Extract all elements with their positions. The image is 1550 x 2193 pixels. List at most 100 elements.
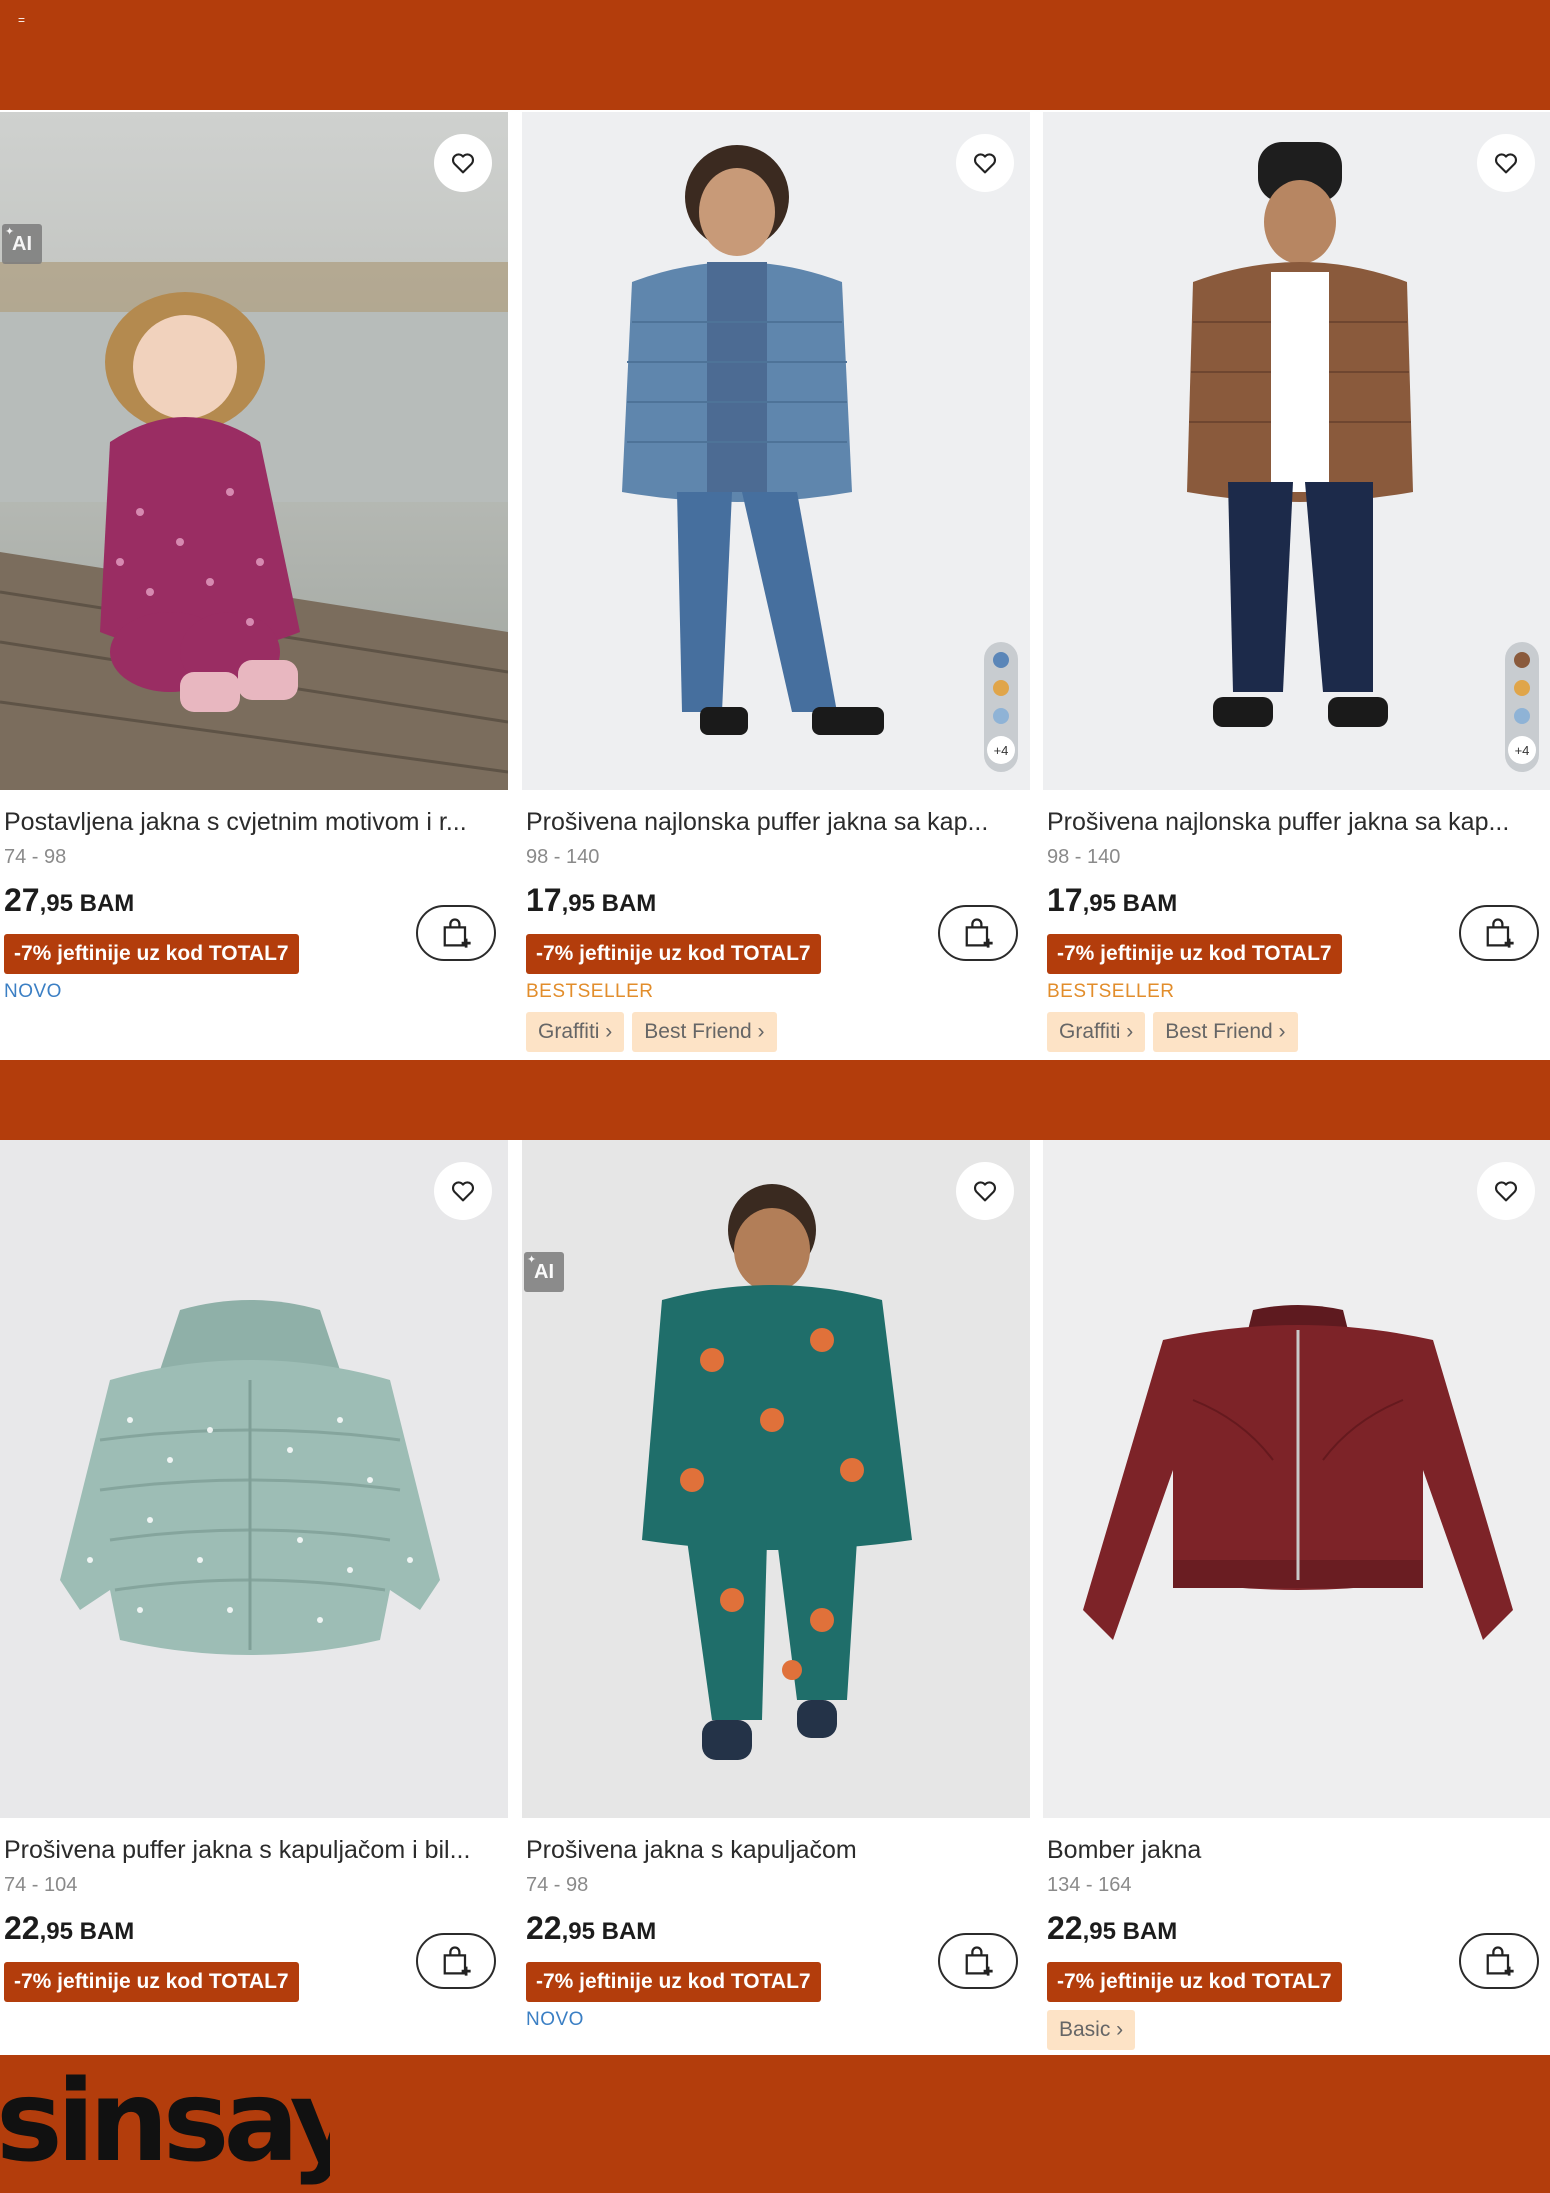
product-info: Prošivena jakna s kapuljačom 74 - 98 22,… [522, 1834, 1030, 2032]
price-decimal: ,95 [561, 890, 595, 917]
promo-code-badge: -7% jeftinije uz kod TOTAL7 [1047, 934, 1342, 974]
price-currency: BAM [594, 1918, 657, 1945]
product-tag-bestseller: BESTSELLER [526, 981, 654, 1002]
product-title[interactable]: Prošivena najlonska puffer jakna sa kap.… [1047, 806, 1541, 838]
middle-banner [0, 1060, 1550, 1140]
color-swatch[interactable] [991, 678, 1011, 698]
product-photo-mint-puffer-jacket [0, 1140, 508, 1818]
chip-basic[interactable]: Basic › [1047, 2010, 1136, 2050]
price-decimal: ,95 [1082, 1918, 1116, 1945]
favorite-button[interactable] [1477, 1162, 1535, 1220]
color-swatch[interactable] [991, 706, 1011, 726]
product-sizes: 74 - 104 [4, 1874, 78, 1896]
favorite-button[interactable] [434, 1162, 492, 1220]
heart-icon [451, 153, 475, 174]
product-image[interactable]: +4 [1043, 112, 1550, 790]
product-card[interactable]: Prošivena puffer jakna s kapuljačom i bi… [0, 1140, 508, 2002]
product-title[interactable]: Prošivena jakna s kapuljačom [526, 1834, 1020, 1866]
product-photo-boy-blue-puffer [522, 112, 1030, 790]
product-photo-toddler-fox-set [522, 1140, 1030, 1818]
promo-code-badge: -7% jeftinije uz kod TOTAL7 [4, 1962, 299, 2002]
shopping-bag-plus-icon [443, 1946, 471, 1976]
more-colors-count[interactable]: +4 [987, 736, 1015, 764]
promo-code-badge: -7% jeftinije uz kod TOTAL7 [526, 934, 821, 974]
collection-chips: Basic › [1047, 2010, 1547, 2050]
product-info: Postavljena jakna s cvjetnim motivom i r… [0, 806, 508, 1004]
favorite-button[interactable] [956, 134, 1014, 192]
promo-code-badge: -7% jeftinije uz kod TOTAL7 [526, 1962, 821, 2002]
add-to-cart-button[interactable] [1459, 1933, 1539, 1989]
sparkle-icon: ✦ [527, 1254, 537, 1266]
product-sizes: 98 - 140 [526, 846, 600, 868]
svg-text:sinsay: sinsay [0, 2074, 330, 2187]
product-card[interactable]: +4 Prošivena najlonska puffer jakna sa k… [1043, 112, 1550, 1052]
product-card[interactable]: +4 Prošivena najlonska puffer jakna sa k… [522, 112, 1030, 1052]
more-colors-count[interactable]: +4 [1508, 736, 1536, 764]
price-integer: 22 [4, 1910, 40, 1946]
promo-code-badge: -7% jeftinije uz kod TOTAL7 [4, 934, 299, 974]
product-title[interactable]: Prošivena puffer jakna s kapuljačom i bi… [4, 1834, 498, 1866]
add-to-cart-button[interactable] [938, 1933, 1018, 1989]
product-title[interactable]: Prošivena najlonska puffer jakna sa kap.… [526, 806, 1020, 838]
sparkle-icon: ✦ [5, 226, 15, 238]
add-to-cart-button[interactable] [416, 1933, 496, 1989]
heart-icon [1494, 153, 1518, 174]
product-card[interactable]: ✦ AI Postavljena jakna s cvjetnim motivo… [0, 112, 508, 1004]
heart-icon [451, 1181, 475, 1202]
product-info: Prošivena najlonska puffer jakna sa kap.… [1043, 806, 1550, 1052]
add-to-cart-button[interactable] [416, 905, 496, 961]
price-currency: BAM [1115, 1918, 1178, 1945]
chip-best-friend[interactable]: Best Friend › [1153, 1012, 1298, 1052]
color-swatch[interactable] [991, 650, 1011, 670]
color-swatches[interactable]: +4 [984, 642, 1018, 772]
product-photo-boy-brown-puffer [1043, 112, 1550, 790]
color-swatch[interactable] [1512, 678, 1532, 698]
collection-chips: Graffiti › Best Friend › [526, 1012, 1026, 1052]
product-image[interactable]: ✦ AI [522, 1140, 1030, 1818]
product-info: Prošivena puffer jakna s kapuljačom i bi… [0, 1834, 508, 2002]
shopping-bag-plus-icon [965, 1946, 993, 1976]
sinsay-logo[interactable]: sinsay [0, 2074, 330, 2193]
add-to-cart-button[interactable] [1459, 905, 1539, 961]
favorite-button[interactable] [434, 134, 492, 192]
ai-generated-badge: ✦ AI [524, 1252, 564, 1292]
chip-graffiti[interactable]: Graffiti › [1047, 1012, 1146, 1052]
color-swatches[interactable]: +4 [1505, 642, 1539, 772]
favorite-button[interactable] [1477, 134, 1535, 192]
product-tag-new: NOVO [4, 981, 62, 1002]
favorite-button[interactable] [956, 1162, 1014, 1220]
add-to-cart-button[interactable] [938, 905, 1018, 961]
collection-chips: Graffiti › Best Friend › [1047, 1012, 1547, 1052]
product-image[interactable] [1043, 1140, 1550, 1818]
product-image[interactable]: +4 [522, 112, 1030, 790]
price-decimal: ,95 [39, 890, 73, 917]
product-card[interactable]: Bomber jakna 134 - 164 22,95 BAM -7% jef… [1043, 1140, 1550, 2050]
chip-best-friend[interactable]: Best Friend › [632, 1012, 777, 1052]
product-tag-new: NOVO [526, 2009, 584, 2030]
product-tag-bestseller: BESTSELLER [1047, 981, 1175, 1002]
top-banner: = [0, 0, 1550, 110]
menu-icon[interactable]: = [18, 14, 25, 26]
ai-badge-label: AI [12, 232, 32, 255]
price-currency: BAM [72, 1918, 135, 1945]
product-title[interactable]: Postavljena jakna s cvjetnim motivom i r… [4, 806, 498, 838]
product-title[interactable]: Bomber jakna [1047, 1834, 1541, 1866]
shopping-bag-plus-icon [1486, 918, 1514, 948]
price-decimal: ,95 [39, 1918, 73, 1945]
price-integer: 22 [526, 1910, 562, 1946]
ai-badge-label: AI [534, 1260, 554, 1283]
heart-icon [1494, 1181, 1518, 1202]
chip-graffiti[interactable]: Graffiti › [526, 1012, 625, 1052]
product-card[interactable]: ✦ AI Prošivena jakna s kapuljačom 74 - 9… [522, 1140, 1030, 2032]
product-photo-girl-floral-jacket [0, 112, 508, 790]
product-sizes: 74 - 98 [526, 1874, 589, 1896]
product-image[interactable] [0, 1140, 508, 1818]
product-sizes: 98 - 140 [1047, 846, 1121, 868]
product-image[interactable]: ✦ AI [0, 112, 508, 790]
color-swatch[interactable] [1512, 650, 1532, 670]
shopping-bag-plus-icon [443, 918, 471, 948]
color-swatch[interactable] [1512, 706, 1532, 726]
heart-icon [973, 153, 997, 174]
shopping-bag-plus-icon [965, 918, 993, 948]
product-sizes: 74 - 98 [4, 846, 67, 868]
